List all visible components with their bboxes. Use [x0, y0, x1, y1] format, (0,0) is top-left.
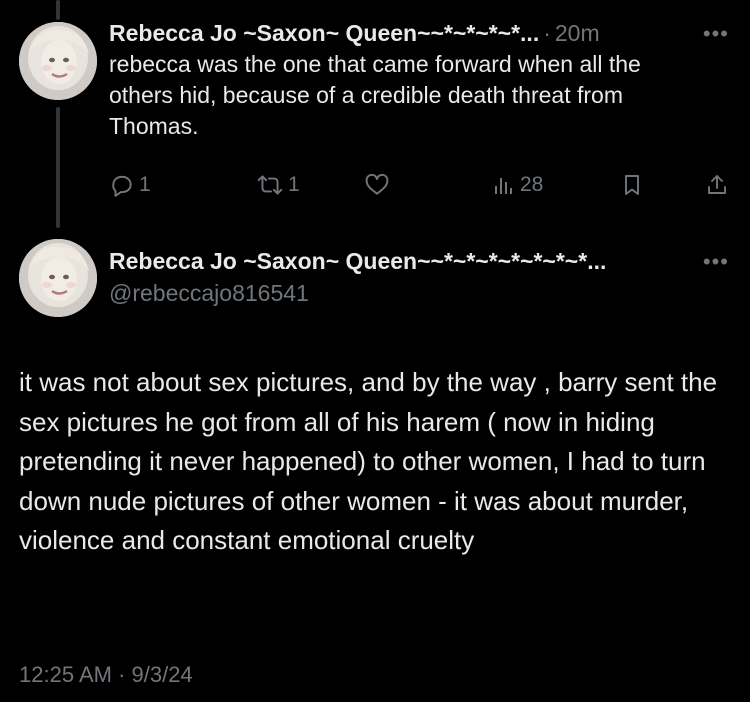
share-icon	[705, 172, 729, 198]
repost-icon	[256, 172, 284, 198]
separator-dot: ·	[543, 20, 551, 46]
repost-count: 1	[288, 173, 300, 196]
main-tweet-header: Rebecca Jo ~Saxon~ Queen~~*~*~*~*~*~*~*.…	[109, 245, 729, 309]
thread-connector	[56, 107, 60, 228]
views-icon	[492, 172, 516, 198]
reply-header: Rebecca Jo ~Saxon~ Queen~~*~*~*~*... · 2…	[109, 17, 729, 49]
tweet-timestamp[interactable]: 12:25 AM · 9/3/24	[19, 660, 193, 690]
time-ago[interactable]: 20m	[555, 17, 600, 49]
reply-icon	[109, 172, 135, 198]
main-tweet-text: it was not about sex pictures, and by th…	[19, 367, 718, 555]
author-name[interactable]: Rebecca Jo ~Saxon~ Queen~~*~*~*~*~*~*~*.…	[109, 245, 729, 277]
avatar[interactable]	[19, 22, 97, 100]
reply-tweet[interactable]: Rebecca Jo ~Saxon~ Queen~~*~*~*~*... · 2…	[109, 17, 729, 142]
more-options-icon[interactable]: •••	[703, 249, 729, 275]
more-options-icon[interactable]: •••	[703, 21, 729, 47]
like-button[interactable]	[363, 169, 395, 201]
avatar[interactable]	[19, 239, 97, 317]
repost-button[interactable]: 1	[256, 169, 300, 201]
reply-button[interactable]: 1	[109, 169, 151, 201]
bookmark-button[interactable]	[620, 169, 644, 201]
author-handle[interactable]: @rebeccajo816541	[109, 277, 729, 309]
reply-text: rebecca was the one that came forward wh…	[109, 51, 641, 139]
author-name[interactable]: Rebecca Jo ~Saxon~ Queen~~*~*~*~*...	[109, 17, 539, 49]
share-button[interactable]	[705, 169, 729, 201]
action-bar: 1 1 28	[109, 169, 729, 201]
thread-connector-top	[56, 0, 60, 20]
views-button[interactable]: 28	[492, 169, 543, 201]
reply-count: 1	[139, 173, 151, 196]
views-count: 28	[520, 173, 544, 196]
bookmark-icon	[620, 172, 644, 198]
like-icon	[363, 172, 391, 198]
